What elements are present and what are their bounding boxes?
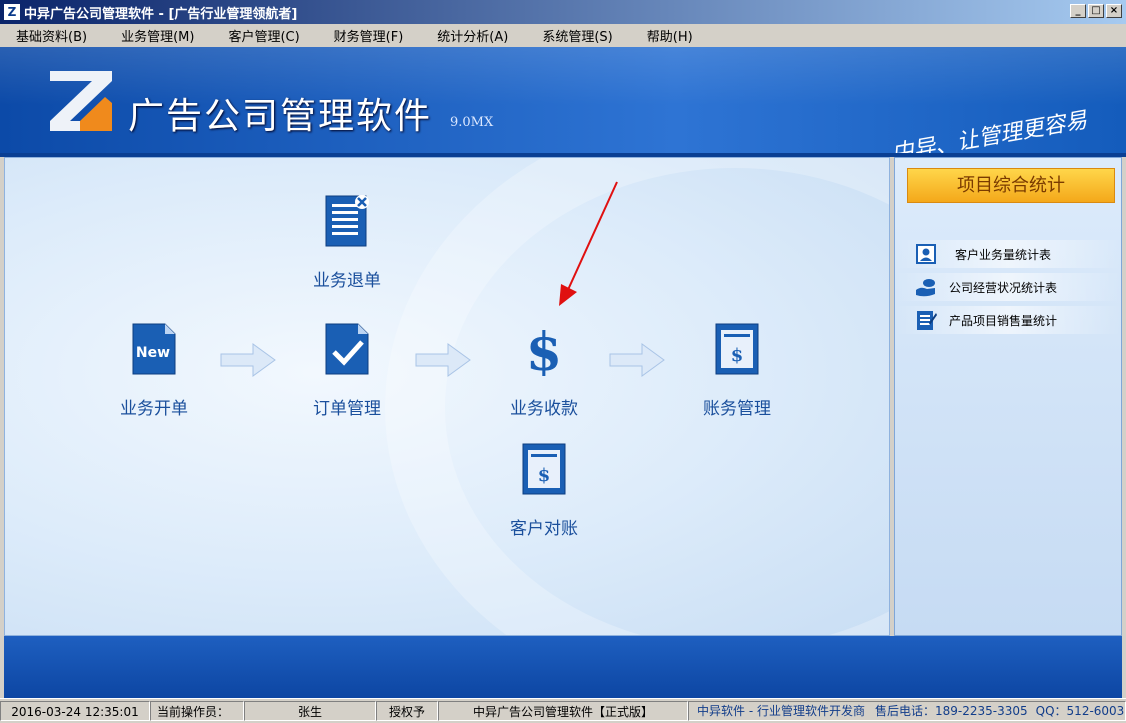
payment-label: 业务收款: [510, 399, 578, 419]
order-manage-label: 订单管理: [313, 399, 381, 419]
user-card-icon: [916, 244, 936, 264]
reconcile-icon: $: [522, 443, 566, 495]
status-auth: 授权予: [376, 701, 438, 721]
accounts-tile[interactable]: $ 账务管理: [677, 322, 797, 419]
svg-text:$: $: [526, 322, 562, 376]
accounts-label: 账务管理: [703, 399, 771, 419]
workflow-area: 业务退单 New 业务开单 订单管理 $ 业务收款 $ 账务管理 $ 客户对账: [4, 157, 890, 636]
project-stats-button[interactable]: 项目综合统计: [907, 168, 1115, 203]
maximize-button[interactable]: □: [1088, 4, 1104, 18]
ledger-icon: $: [715, 323, 759, 375]
minimize-button[interactable]: _: [1070, 4, 1086, 18]
stat-item-product-sales[interactable]: 产品项目销售量统计: [895, 306, 1121, 334]
menu-help[interactable]: 帮助(H): [641, 26, 699, 45]
refund-tile[interactable]: 业务退单: [287, 194, 407, 291]
menu-basic-data[interactable]: 基础资料(B): [10, 26, 93, 45]
status-hotline: 189-2235-3305: [934, 704, 1028, 718]
status-bar: 2016-03-24 12:35:01 当前操作员： 张生 授权予 中异广告公司…: [0, 698, 1126, 723]
stat-item-customer-volume[interactable]: 客户业务量统计表: [895, 240, 1121, 268]
refund-icon: [325, 195, 369, 247]
flow-arrow-icon: [609, 343, 665, 377]
dollar-icon: $: [526, 322, 562, 383]
status-qq-label: QQ：: [1035, 704, 1067, 718]
stat-label-customer-volume: 客户业务量统计表: [955, 247, 1052, 262]
new-document-icon: New: [132, 323, 176, 375]
banner: 广告公司管理软件 9.0MX 中异、让管理更容易: [0, 47, 1126, 157]
refund-label: 业务退单: [313, 271, 381, 291]
notepad-icon: [917, 311, 937, 330]
title-bar: Z 中异广告公司管理软件 - [广告行业管理领航者] _ □ ×: [0, 0, 1126, 24]
status-qq: 512-6003: [1066, 704, 1125, 718]
menu-customer[interactable]: 客户管理(C): [222, 26, 305, 45]
stat-label-product-sales: 产品项目销售量统计: [949, 313, 1058, 328]
reconcile-label: 客户对账: [510, 519, 578, 539]
flow-arrow-icon: [220, 343, 276, 377]
window-controls: _ □ ×: [1070, 4, 1122, 18]
status-vendor: 中异软件 - 行业管理软件开发商: [697, 704, 865, 718]
red-arrow-icon: [559, 181, 618, 306]
payment-tile[interactable]: $ 业务收款: [484, 322, 604, 419]
flow-arrow-icon: [415, 343, 471, 377]
window-title: 中异广告公司管理软件 - [广告行业管理领航者]: [24, 6, 298, 22]
stat-label-company-operation: 公司经营状况统计表: [949, 280, 1058, 295]
brand-version: 9.0MX: [450, 115, 494, 130]
slogan: 中异、让管理更容易: [889, 107, 1090, 157]
menu-finance[interactable]: 财务管理(F): [328, 26, 410, 45]
order-check-icon: [325, 323, 369, 375]
menu-statistics[interactable]: 统计分析(A): [431, 26, 514, 45]
menu-business[interactable]: 业务管理(M): [115, 26, 200, 45]
app-icon: Z: [4, 4, 20, 20]
new-order-tile[interactable]: New 业务开单: [94, 322, 214, 419]
svg-text:New: New: [136, 345, 170, 361]
footer-band: [4, 636, 1122, 698]
status-contact: 中异软件 - 行业管理软件开发商 售后电话： 189-2235-3305 QQ：…: [688, 701, 1126, 721]
close-button[interactable]: ×: [1106, 4, 1122, 18]
brand-title: 广告公司管理软件: [128, 96, 433, 137]
reconcile-tile[interactable]: $ 客户对账: [484, 442, 604, 539]
svg-text:$: $: [731, 345, 744, 366]
status-hotline-label: 售后电话：: [874, 704, 935, 718]
status-edition: 中异广告公司管理软件【正式版】: [438, 701, 688, 721]
status-operator: 张生: [244, 701, 376, 721]
stats-panel: 项目综合统计 客户业务量统计表 公司经营状况统计表 产品项目销售量统计: [894, 157, 1122, 636]
new-order-label: 业务开单: [120, 399, 188, 419]
order-manage-tile[interactable]: 订单管理: [287, 322, 407, 419]
menu-bar: 基础资料(B) 业务管理(M) 客户管理(C) 财务管理(F) 统计分析(A) …: [0, 24, 1126, 47]
status-datetime: 2016-03-24 12:35:01: [0, 701, 150, 721]
svg-text:$: $: [538, 465, 551, 486]
stat-item-company-operation[interactable]: 公司经营状况统计表: [895, 273, 1121, 301]
hand-coin-icon: [916, 279, 935, 297]
menu-system[interactable]: 系统管理(S): [536, 26, 618, 45]
status-operator-label: 当前操作员：: [150, 701, 244, 721]
logo-icon: [50, 71, 112, 131]
